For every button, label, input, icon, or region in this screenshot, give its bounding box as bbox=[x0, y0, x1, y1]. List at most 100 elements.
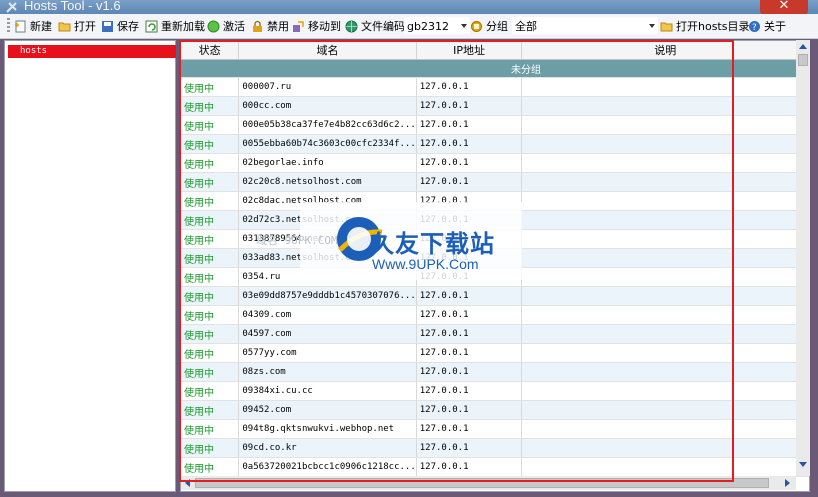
about-label: 关于 bbox=[764, 20, 786, 33]
ip-cell: 127.0.0.1 bbox=[416, 286, 523, 306]
reload-button[interactable]: 重新加载 bbox=[145, 18, 205, 34]
close-button[interactable]: ✕ bbox=[760, 0, 808, 14]
open-hosts-dir-button[interactable]: 打开hosts目录 bbox=[660, 18, 749, 34]
domain-cell: 09384xi.cu.cc bbox=[238, 381, 417, 401]
vertical-scrollbar[interactable] bbox=[796, 40, 810, 476]
watermark-ghost-text: 域名 9UPK.COM bbox=[256, 234, 338, 247]
ip-cell: 127.0.0.1 bbox=[416, 343, 523, 363]
description-cell bbox=[521, 286, 809, 306]
description-cell bbox=[521, 362, 809, 382]
domain-cell: 02c20c8.netsolhost.com bbox=[238, 172, 417, 192]
description-cell bbox=[521, 267, 809, 287]
encoding-label-button: 文件编码 bbox=[345, 18, 405, 34]
disable-button[interactable]: 禁用 bbox=[251, 18, 289, 34]
domain-cell: 04309.com bbox=[238, 305, 417, 325]
domain-cell: 03e09dd8757e9dddb1c4570307076... bbox=[238, 286, 417, 306]
status-cell: 使用中 bbox=[181, 115, 240, 135]
domain-cell: 0577yy.com bbox=[238, 343, 417, 363]
status-cell: 使用中 bbox=[181, 210, 240, 230]
move-to-button[interactable]: 移动到 bbox=[292, 18, 341, 34]
scroll-left-icon[interactable] bbox=[185, 479, 190, 487]
toolbar: 新建 打开 保存 重新加载 激活 禁用 移动到 文件编码 gb2312 分组 全… bbox=[0, 14, 818, 39]
domain-cell: 09452.com bbox=[238, 400, 417, 420]
description-cell bbox=[521, 96, 809, 116]
table-row[interactable]: 使用中 094t8g.qktsnwukvi.webhop.net 127.0.0.1 bbox=[181, 419, 809, 439]
column-description[interactable]: 说明 bbox=[521, 41, 809, 60]
status-cell: 使用中 bbox=[181, 134, 240, 154]
table-row[interactable]: 使用中 08zs.com 127.0.0.1 bbox=[181, 362, 809, 382]
description-cell bbox=[521, 115, 809, 135]
status-cell: 使用中 bbox=[181, 343, 240, 363]
sidebar-item-hosts[interactable]: hosts bbox=[8, 45, 176, 58]
description-cell bbox=[521, 343, 809, 363]
scroll-up-icon[interactable] bbox=[799, 44, 807, 49]
title-bar: Hosts Tool - v1.6 ✕ bbox=[0, 0, 818, 14]
encoding-select[interactable]: gb2312 bbox=[404, 17, 470, 34]
table-row[interactable]: 使用中 000007.ru 127.0.0.1 bbox=[181, 77, 809, 97]
ip-cell: 127.0.0.1 bbox=[416, 77, 523, 97]
horizontal-scroll-thumb[interactable] bbox=[195, 478, 769, 488]
new-button[interactable]: 新建 bbox=[14, 18, 52, 34]
domain-cell: 0a563720021bcbcc1c0906c1218cc... bbox=[238, 457, 417, 477]
description-cell bbox=[521, 305, 809, 325]
folder-icon bbox=[58, 22, 71, 31]
status-cell: 使用中 bbox=[181, 362, 240, 382]
table-row[interactable]: 使用中 0a563720021bcbcc1c0906c1218cc... 127.0… bbox=[181, 457, 809, 477]
table-row[interactable]: 使用中 03e09dd8757e9dddb1c4570307076... 127.0… bbox=[181, 286, 809, 306]
status-cell: 使用中 bbox=[181, 381, 240, 401]
table-row[interactable]: 使用中 09452.com 127.0.0.1 bbox=[181, 400, 809, 420]
description-cell bbox=[521, 229, 809, 249]
hosts-file-list: hosts bbox=[4, 40, 176, 492]
open-hosts-dir-label: 打开hosts目录 bbox=[676, 20, 750, 33]
group-select[interactable]: 全部 bbox=[512, 17, 658, 34]
table-row[interactable]: 使用中 000e05b38ca37fe7e4b82cc63d6c2... 127.0… bbox=[181, 115, 809, 135]
description-cell bbox=[521, 381, 809, 401]
status-cell: 使用中 bbox=[181, 305, 240, 325]
status-cell: 使用中 bbox=[181, 438, 240, 458]
ip-cell: 127.0.0.1 bbox=[416, 419, 523, 439]
new-file-icon bbox=[15, 20, 26, 32]
column-domain[interactable]: 域名 bbox=[238, 41, 417, 60]
domain-cell: 02begorlae.info bbox=[238, 153, 417, 173]
status-cell: 使用中 bbox=[181, 286, 240, 306]
table-row[interactable]: 使用中 000cc.com 127.0.0.1 bbox=[181, 96, 809, 116]
column-ip[interactable]: IP地址 bbox=[416, 41, 523, 60]
description-cell bbox=[521, 191, 809, 211]
scroll-right-icon[interactable] bbox=[785, 479, 790, 487]
description-cell bbox=[521, 210, 809, 230]
save-icon bbox=[102, 20, 113, 32]
group-name: 未分组 bbox=[181, 59, 809, 78]
about-button[interactable]: ? 关于 bbox=[748, 18, 786, 34]
table-row[interactable]: 使用中 04597.com 127.0.0.1 bbox=[181, 324, 809, 344]
description-cell bbox=[521, 172, 809, 192]
domain-cell: 000007.ru bbox=[238, 77, 417, 97]
move-to-label: 移动到 bbox=[308, 20, 341, 33]
domain-cell: 0055ebba60b74c3603c00cfc2334f... bbox=[238, 134, 417, 154]
activate-button[interactable]: 激活 bbox=[207, 18, 245, 34]
watermark-brand: 久友下载站 bbox=[370, 230, 495, 258]
table-row[interactable]: 使用中 0055ebba60b74c3603c00cfc2334f... 127.0… bbox=[181, 134, 809, 154]
table-row[interactable]: 使用中 0577yy.com 127.0.0.1 bbox=[181, 343, 809, 363]
table-row[interactable]: 使用中 04309.com 127.0.0.1 bbox=[181, 305, 809, 325]
open-button[interactable]: 打开 bbox=[58, 18, 96, 34]
table-row[interactable]: 使用中 09cd.co.kr 127.0.0.1 bbox=[181, 438, 809, 458]
description-cell bbox=[521, 419, 809, 439]
table-header: 状态 域名 IP地址 说明 bbox=[181, 41, 809, 60]
domain-cell: 094t8g.qktsnwukvi.webhop.net bbox=[238, 419, 417, 439]
chevron-down-icon bbox=[649, 24, 655, 28]
scroll-down-icon[interactable] bbox=[799, 462, 807, 467]
help-icon: ? bbox=[749, 20, 760, 33]
column-status[interactable]: 状态 bbox=[181, 41, 240, 60]
toolbar-grip[interactable] bbox=[7, 18, 10, 34]
horizontal-scrollbar[interactable] bbox=[181, 476, 796, 490]
lock-icon bbox=[253, 20, 262, 32]
save-button[interactable]: 保存 bbox=[101, 18, 139, 34]
group-row[interactable]: 未分组 bbox=[181, 59, 809, 78]
domain-cell: 08zs.com bbox=[238, 362, 417, 382]
table-row[interactable]: 使用中 09384xi.cu.cc 127.0.0.1 bbox=[181, 381, 809, 401]
table-row[interactable]: 使用中 02begorlae.info 127.0.0.1 bbox=[181, 153, 809, 173]
vertical-scroll-thumb[interactable] bbox=[798, 54, 808, 66]
description-cell bbox=[521, 134, 809, 154]
table-row[interactable]: 使用中 02c20c8.netsolhost.com 127.0.0.1 bbox=[181, 172, 809, 192]
folder-icon bbox=[660, 22, 673, 31]
